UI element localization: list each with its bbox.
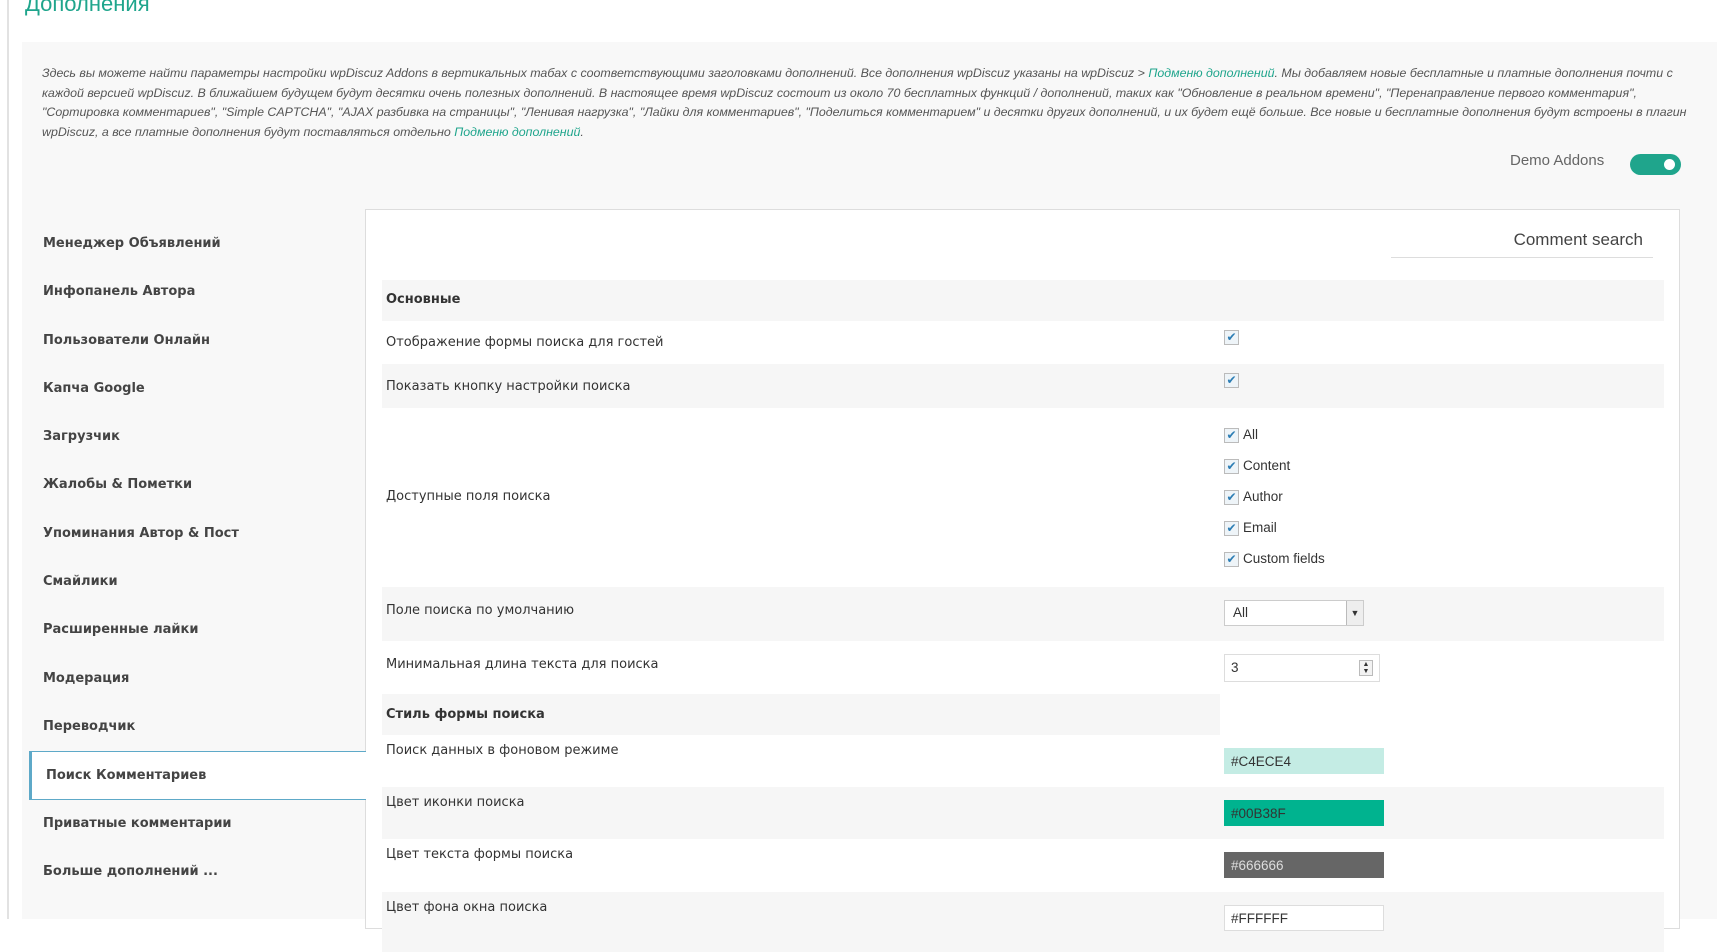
text-color-input[interactable]: #666666 (1224, 852, 1384, 878)
sidebar-item-google-captcha[interactable]: Капча Google (29, 365, 365, 413)
setting-label: Показать кнопку настройки поиска (386, 379, 631, 394)
setting-label: Поле поиска по умолчанию (386, 603, 575, 618)
sidebar-item-more-addons[interactable]: Больше дополнений ... (29, 848, 365, 896)
select-value: All (1233, 605, 1249, 620)
number-spinner[interactable]: ▲ ▼ (1359, 660, 1373, 676)
sidebar-item-author-info[interactable]: Инфопанель Автора (29, 268, 365, 316)
guest-form-checkbox[interactable]: ✔ (1224, 330, 1239, 345)
addons-submenu-link[interactable]: Подменю дополнений (1148, 66, 1274, 80)
toggle-knob (1664, 159, 1675, 170)
setting-row: Поиск данных в фоновом режиме #C4ECE4 (382, 735, 1664, 787)
field-option-author[interactable]: ✔ Author (1224, 481, 1325, 512)
sidebar-item-private-comments[interactable]: Приватные комментарии (29, 800, 365, 848)
field-option-email[interactable]: ✔ Email (1224, 512, 1325, 543)
sidebar-item-ads-manager[interactable]: Менеджер Объявлений (29, 220, 365, 268)
sidebar-item-translator[interactable]: Переводчик (29, 703, 365, 751)
checkbox[interactable]: ✔ (1224, 551, 1239, 567)
setting-label: Цвет текста формы поиска (386, 847, 574, 862)
min-length-input[interactable]: 3 ▲ ▼ (1224, 654, 1380, 682)
description-text: Здесь вы можете найти параметры настройк… (42, 66, 1149, 80)
description-text: . (580, 124, 584, 139)
field-option-content[interactable]: ✔ Content (1224, 450, 1325, 481)
setting-label: Отображение формы поиска для гостей (386, 335, 664, 350)
demo-addons-toggle[interactable] (1630, 154, 1681, 175)
bg-color-input[interactable]: #C4ECE4 (1224, 748, 1384, 774)
addons-submenu-link[interactable]: Подменю дополнений (454, 125, 580, 139)
settings-button-checkbox[interactable]: ✔ (1224, 373, 1239, 388)
setting-row: Доступные поля поиска ✔ All ✔ Content ✔ Aut… (382, 408, 1664, 587)
section-title: Стиль формы поиска (386, 707, 545, 722)
setting-label: Цвет иконки поиска (386, 795, 525, 810)
section-title: Основные (386, 292, 461, 307)
chevron-down-icon: ▼ (1346, 601, 1363, 625)
sidebar-item-reports-flags[interactable]: Жалобы & Пометки (29, 461, 365, 509)
option-label: Content (1243, 458, 1291, 473)
addons-sidebar: Менеджер Объявлений Инфопанель Автора По… (29, 220, 366, 896)
checkbox[interactable]: ✔ (1224, 427, 1239, 443)
input-value: 3 (1231, 660, 1239, 675)
sidebar-item-comment-search[interactable]: Поиск Комментариев (29, 751, 366, 800)
setting-label: Минимальная длина текста для поиска (386, 657, 659, 672)
setting-row: Цвет текста формы поиска #666666 (382, 839, 1664, 892)
setting-label: Поиск данных в фоновом режиме (386, 743, 619, 758)
option-label: Author (1243, 489, 1283, 504)
checkbox[interactable]: ✔ (1224, 489, 1239, 505)
page-title: Дополнения (25, 0, 150, 16)
settings-panel: Comment search Основные Отображение форм… (365, 209, 1680, 952)
setting-row: Поле поиска по умолчанию All ▼ (382, 587, 1664, 641)
section-header-main: Основные (382, 280, 1664, 321)
setting-row: Отображение формы поиска для гостей ✔ (382, 321, 1664, 364)
option-label: Email (1243, 520, 1277, 535)
icon-color-input[interactable]: #00B38F (1224, 800, 1384, 826)
setting-row: Цвет фона окна поиска #FFFFFF (382, 892, 1664, 952)
setting-label: Доступные поля поиска (386, 489, 551, 504)
sidebar-item-mentions[interactable]: Упоминания Автор & Пост (29, 510, 365, 558)
sidebar-item-advanced-likes[interactable]: Расширенные лайки (29, 606, 365, 654)
option-label: Custom fields (1243, 551, 1325, 566)
checkbox[interactable]: ✔ (1224, 458, 1239, 474)
option-label: All (1243, 427, 1259, 442)
field-option-all[interactable]: ✔ All (1224, 419, 1325, 450)
sidebar-item-moderation[interactable]: Модерация (29, 655, 365, 703)
setting-row: Показать кнопку настройки поиска ✔ (382, 364, 1664, 408)
checkbox[interactable]: ✔ (1224, 520, 1239, 536)
panel-title: Comment search (1391, 230, 1653, 258)
sidebar-item-online-users[interactable]: Пользователи Онлайн (29, 317, 365, 365)
addons-description: Здесь вы можете найти параметры настройк… (42, 64, 1702, 142)
window-bg-color-input[interactable]: #FFFFFF (1224, 905, 1384, 931)
page-border (7, 0, 9, 919)
setting-row: Минимальная длина текста для поиска 3 ▲ ▼ (382, 641, 1664, 694)
default-field-select[interactable]: All ▼ (1224, 600, 1364, 626)
setting-row: Цвет иконки поиска #00B38F (382, 787, 1664, 839)
sidebar-item-uploader[interactable]: Загрузчик (29, 413, 365, 461)
setting-label: Цвет фона окна поиска (386, 900, 548, 915)
sidebar-item-emoticons[interactable]: Смайлики (29, 558, 365, 606)
demo-addons-label: Demo Addons (1510, 152, 1605, 169)
field-option-custom-fields[interactable]: ✔ Custom fields (1224, 543, 1325, 574)
section-header-style: Стиль формы поиска (382, 694, 1664, 735)
